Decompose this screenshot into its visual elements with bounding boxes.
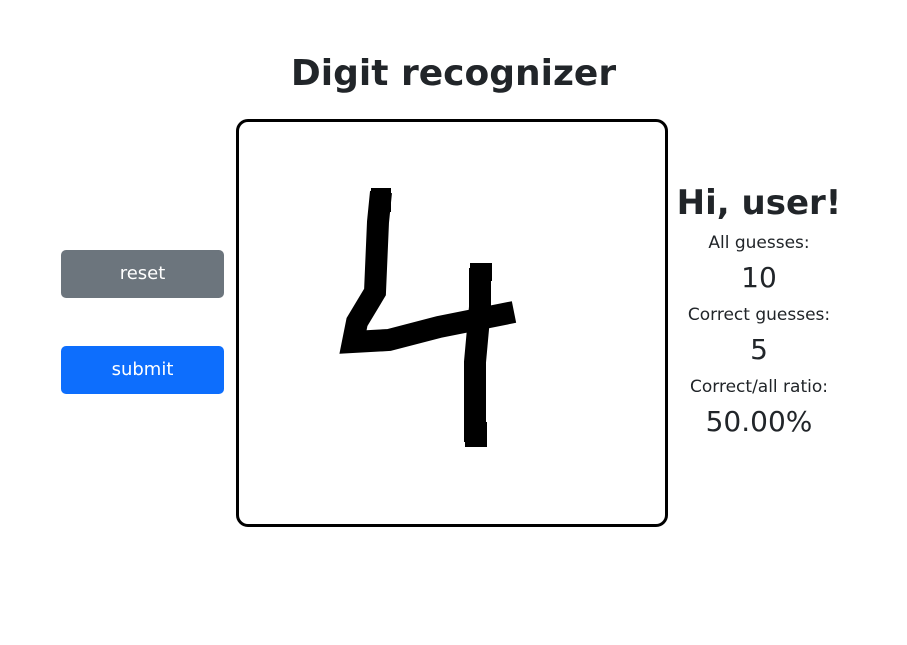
all-guesses-label: All guesses: <box>708 233 810 253</box>
page: Digit recognizer reset submit Hi, user! … <box>0 0 907 645</box>
page-title: Digit recognizer <box>290 53 617 94</box>
ratio-value: 50.00% <box>705 405 813 438</box>
drawing-canvas[interactable] <box>236 119 668 527</box>
digit-stroke-2 <box>464 268 491 442</box>
submit-button[interactable]: submit <box>61 346 224 394</box>
ratio-label: Correct/all ratio: <box>690 377 828 397</box>
greeting: Hi, user! <box>676 183 842 223</box>
drawn-digit <box>339 188 517 447</box>
correct-guesses-value: 5 <box>750 333 768 366</box>
stats-panel: Hi, user! All guesses: 10 Correct guesse… <box>670 178 848 444</box>
reset-button[interactable]: reset <box>61 250 224 298</box>
correct-guesses-label: Correct guesses: <box>687 305 831 325</box>
all-guesses-value: 10 <box>741 261 777 294</box>
